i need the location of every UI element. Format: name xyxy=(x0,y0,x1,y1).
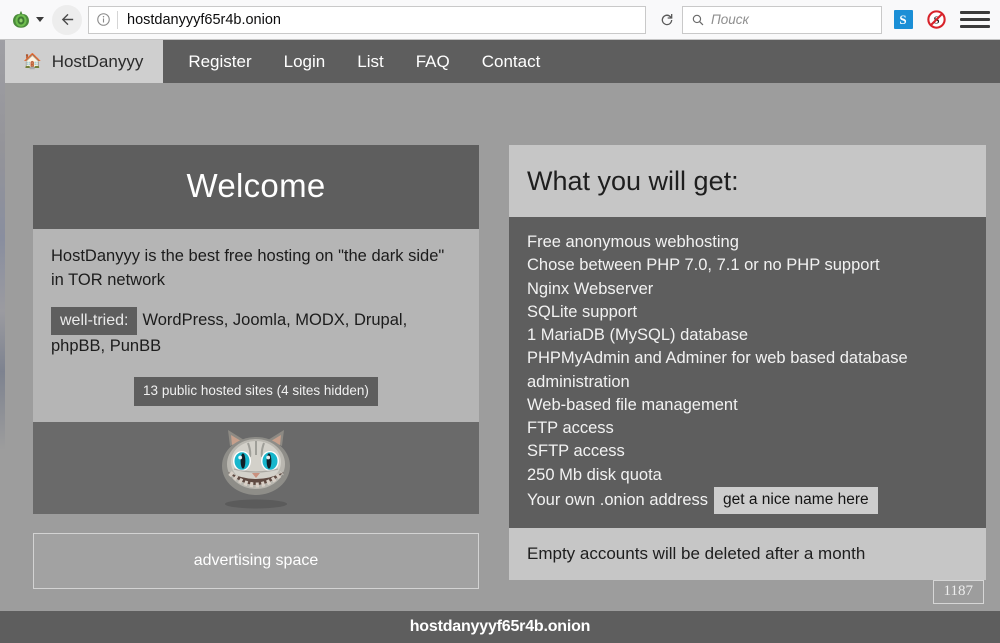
hamburger-line xyxy=(960,18,990,21)
offer-footer-note: Empty accounts will be deleted after a m… xyxy=(509,528,986,580)
tor-browser-menu-button[interactable] xyxy=(10,9,44,31)
https-everywhere-badge-label: S xyxy=(894,10,913,29)
cheshire-cat-image xyxy=(33,422,479,514)
list-item: Free anonymous webhosting xyxy=(527,231,968,254)
back-button[interactable] xyxy=(52,5,82,35)
reload-button[interactable] xyxy=(652,7,682,33)
hamburger-menu-icon[interactable] xyxy=(960,8,990,32)
list-item: Nginx Webserver xyxy=(527,278,968,301)
search-placeholder: Поиск xyxy=(711,12,749,27)
hit-counter-badge: 1187 xyxy=(933,580,984,604)
list-item: PHPMyAdmin and Adminer for web based dat… xyxy=(527,347,968,394)
info-circle-icon[interactable] xyxy=(89,7,117,33)
browser-toolbar: hostdanyyyf65r4b.onion Поиск S S xyxy=(0,0,1000,40)
chevron-down-icon xyxy=(36,17,44,22)
list-item: Web-based file management xyxy=(527,394,968,417)
onion-address-label: Your own .onion address xyxy=(527,491,708,509)
hosted-sites-row: 13 public hosted sites (4 sites hidden) xyxy=(51,377,461,406)
offer-title: What you will get: xyxy=(509,145,986,217)
get-nice-name-button[interactable]: get a nice name here xyxy=(714,487,878,514)
reload-icon xyxy=(659,12,675,28)
onion-icon xyxy=(10,9,32,31)
https-everywhere-icon[interactable]: S xyxy=(891,8,915,32)
footer-domain-label: hostdanyyyf65r4b.onion xyxy=(410,618,591,636)
list-item: 250 Mb disk quota xyxy=(527,464,968,487)
list-item: Chose between PHP 7.0, 7.1 or no PHP sup… xyxy=(527,254,968,277)
url-text: hostdanyyyf65r4b.onion xyxy=(118,12,281,28)
nav-item-faq[interactable]: FAQ xyxy=(400,40,466,83)
welcome-intro-text: HostDanyyy is the best free hosting on "… xyxy=(51,245,461,293)
nav-item-contact[interactable]: Contact xyxy=(466,40,557,83)
feature-list: Free anonymous webhosting Chose between … xyxy=(527,231,968,514)
list-item-onion-address: Your own .onion address get a nice name h… xyxy=(527,487,968,514)
nav-item-list[interactable]: List xyxy=(341,40,399,83)
welcome-panel: Welcome HostDanyyy is the best free host… xyxy=(33,145,479,589)
nav-item-login[interactable]: Login xyxy=(268,40,342,83)
nav-item-register[interactable]: Register xyxy=(172,40,267,83)
list-item: SQLite support xyxy=(527,301,968,324)
hamburger-line xyxy=(960,25,990,28)
hamburger-line xyxy=(960,11,990,14)
site-navbar: 🏠 HostDanyyy Register Login List FAQ Con… xyxy=(5,40,1000,83)
list-item: FTP access xyxy=(527,417,968,440)
page-title: Welcome xyxy=(33,145,479,229)
page-viewport: 🏠 HostDanyyy Register Login List FAQ Con… xyxy=(0,40,1000,643)
list-item: SFTP access xyxy=(527,440,968,463)
site-footer: hostdanyyyf65r4b.onion xyxy=(0,611,1000,643)
cms-line: well-tried:WordPress, Joomla, MODX, Drup… xyxy=(51,307,461,359)
url-bar[interactable]: hostdanyyyf65r4b.onion xyxy=(88,6,646,34)
advertising-space-box[interactable]: advertising space xyxy=(33,533,479,589)
home-icon: 🏠 xyxy=(23,54,42,69)
offer-panel: What you will get: Free anonymous webhos… xyxy=(509,145,986,580)
brand-label: HostDanyyy xyxy=(52,52,144,72)
sidebar-item-hostdanyyy[interactable]: 🏠 HostDanyyy xyxy=(5,40,163,83)
page-content: Welcome HostDanyyy is the best free host… xyxy=(0,83,1000,608)
search-input[interactable]: Поиск xyxy=(682,6,882,34)
cat-illustration xyxy=(204,426,308,510)
hosted-sites-badge[interactable]: 13 public hosted sites (4 sites hidden) xyxy=(134,377,378,406)
offer-body: Free anonymous webhosting Chose between … xyxy=(509,217,986,528)
list-item: 1 MariaDB (MySQL) database xyxy=(527,324,968,347)
arrow-left-icon xyxy=(59,11,76,28)
noscript-icon[interactable]: S xyxy=(924,8,948,32)
well-tried-badge: well-tried: xyxy=(51,307,137,335)
welcome-body: HostDanyyy is the best free hosting on "… xyxy=(33,229,479,422)
advertising-space-label: advertising space xyxy=(194,552,319,570)
search-icon xyxy=(691,13,705,27)
